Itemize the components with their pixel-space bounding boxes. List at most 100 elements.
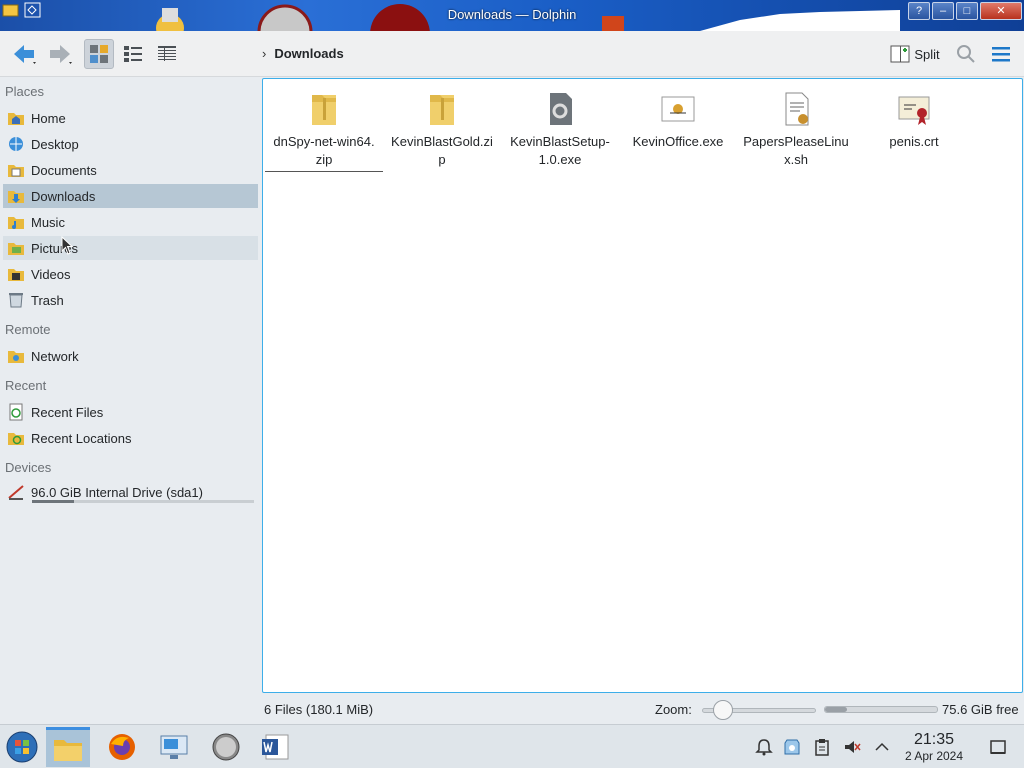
drive-usage-bar xyxy=(32,500,254,503)
file-name: PapersPleaseLinux.sh xyxy=(743,134,849,167)
free-space-text: 75.6 GiB free xyxy=(942,702,1019,717)
zip-icon xyxy=(312,95,336,125)
clock-date: 2 Apr 2024 xyxy=(904,749,964,763)
forward-button[interactable] xyxy=(44,39,76,69)
free-space-fill xyxy=(825,707,848,712)
window-title: Downloads — Dolphin xyxy=(447,7,577,22)
recent-files-icon xyxy=(9,403,23,421)
network-folder-icon xyxy=(8,351,24,363)
sidebar-item-recent-locations[interactable]: Recent Locations xyxy=(3,426,258,450)
hamburger-menu-button[interactable] xyxy=(988,39,1014,69)
file-name: penis.crt xyxy=(889,134,939,149)
section-devices: Devices xyxy=(5,460,52,475)
clock-time: 21:35 xyxy=(913,731,955,748)
sidebar-item-label: Downloads xyxy=(31,188,96,204)
compass-icon xyxy=(212,733,240,761)
home-folder-icon xyxy=(8,113,24,125)
icons-view-button[interactable] xyxy=(84,39,114,69)
word-icon xyxy=(262,734,289,760)
back-arrow-icon xyxy=(14,45,36,64)
minimize-button[interactable]: – xyxy=(932,2,954,20)
pictures-folder-icon xyxy=(8,243,24,255)
file-item[interactable]: dnSpy-net-win64.zip xyxy=(265,87,383,172)
split-view-icon xyxy=(890,45,910,63)
sidebar-item-label: Recent Files xyxy=(31,404,104,420)
section-places: Places xyxy=(5,84,45,99)
breadcrumb[interactable]: › Downloads xyxy=(262,46,344,61)
sidebar-item-label: Desktop xyxy=(31,136,79,152)
sidebar-item-label: Documents xyxy=(31,162,97,178)
start-orb-icon xyxy=(6,731,38,763)
forward-arrow-icon xyxy=(50,45,72,64)
sidebar-item-videos[interactable]: Videos xyxy=(3,262,258,286)
clipboard-manager-tray-icon[interactable] xyxy=(782,737,802,757)
title-bar[interactable]: Downloads — Dolphin ? – □ ✕ xyxy=(0,0,1024,31)
details-view-button[interactable] xyxy=(152,39,182,69)
clipboard-tray-icon[interactable] xyxy=(812,737,832,757)
sidebar-item-desktop[interactable]: Desktop xyxy=(3,132,258,156)
file-item[interactable]: penis.crt xyxy=(855,87,973,151)
sidebar-item-documents[interactable]: Documents xyxy=(3,158,258,182)
search-icon xyxy=(957,45,975,63)
sidebar-item-music[interactable]: Music xyxy=(3,210,258,234)
status-summary: 6 Files (180.1 MiB) xyxy=(264,702,374,717)
back-button[interactable] xyxy=(8,39,40,69)
show-hidden-tray-button[interactable] xyxy=(872,737,892,757)
file-item[interactable]: KevinBlastGold.zip xyxy=(383,87,501,169)
trash-icon xyxy=(9,293,23,308)
sidebar-item-label: 96.0 GiB Internal Drive (sda1) xyxy=(31,484,203,500)
details-view-icon xyxy=(158,46,176,61)
sidebar-item-network[interactable]: Network xyxy=(3,344,258,368)
sidebar-item-downloads[interactable]: Downloads xyxy=(3,184,258,208)
places-panel: Places Home Desktop Documents Downloads … xyxy=(0,78,262,698)
file-view[interactable]: dnSpy-net-win64.zip KevinBlastGold.zip K… xyxy=(262,78,1023,693)
app-icon xyxy=(661,96,695,122)
file-name: KevinOffice.exe xyxy=(632,134,724,149)
sidebar-item-label: Trash xyxy=(31,292,64,308)
music-folder-icon xyxy=(8,217,24,229)
firefox-icon xyxy=(109,734,135,760)
taskbar-dolphin[interactable] xyxy=(46,727,90,767)
free-space-bar[interactable] xyxy=(824,706,938,713)
taskbar-browser[interactable] xyxy=(204,727,248,767)
recent-locations-icon xyxy=(8,433,24,445)
search-button[interactable] xyxy=(954,39,978,69)
videos-folder-icon xyxy=(8,269,24,281)
sidebar-item-pictures[interactable]: Pictures xyxy=(3,236,258,260)
sidebar-item-home[interactable]: Home xyxy=(3,106,258,130)
taskbar-firefox[interactable] xyxy=(100,727,144,767)
bell-icon xyxy=(755,739,773,756)
notifications-tray-icon[interactable] xyxy=(754,737,774,757)
taskbar-remote-desktop[interactable] xyxy=(152,727,196,767)
volume-tray-icon[interactable] xyxy=(842,737,862,757)
remote-desktop-icon xyxy=(160,735,188,759)
file-name: dnSpy-net-win64.zip xyxy=(265,133,383,172)
desktop-icon xyxy=(9,137,23,151)
zoom-slider-handle[interactable] xyxy=(713,700,734,720)
drive-icon xyxy=(8,485,24,500)
file-item[interactable]: PapersPleaseLinux.sh xyxy=(737,87,855,169)
taskbar: 21:35 2 Apr 2024 xyxy=(0,724,1024,768)
sidebar-item-trash[interactable]: Trash xyxy=(3,288,258,312)
sidebar-item-label: Recent Locations xyxy=(31,430,132,446)
taskbar-word[interactable] xyxy=(254,727,298,767)
file-item[interactable]: KevinBlastSetup-1.0.exe xyxy=(501,87,619,169)
executable-icon xyxy=(550,93,572,125)
split-button[interactable]: Split xyxy=(886,39,944,69)
script-icon xyxy=(785,92,809,126)
downloads-folder-icon xyxy=(8,191,24,203)
clipboard-icon xyxy=(815,739,829,756)
show-desktop-button[interactable] xyxy=(988,737,1008,757)
breadcrumb-current[interactable]: Downloads xyxy=(274,46,343,61)
clock[interactable]: 21:35 2 Apr 2024 xyxy=(898,731,970,763)
compact-view-button[interactable] xyxy=(118,39,148,69)
mouse-cursor-icon xyxy=(61,236,74,255)
maximize-button[interactable]: □ xyxy=(956,2,978,20)
vault-icon xyxy=(784,739,800,755)
start-menu-button[interactable] xyxy=(0,727,44,767)
close-button[interactable]: ✕ xyxy=(980,2,1022,20)
file-item[interactable]: KevinOffice.exe xyxy=(619,87,737,151)
help-button[interactable]: ? xyxy=(908,2,930,20)
show-desktop-icon xyxy=(990,740,1006,754)
sidebar-item-recent-files[interactable]: Recent Files xyxy=(3,400,258,424)
